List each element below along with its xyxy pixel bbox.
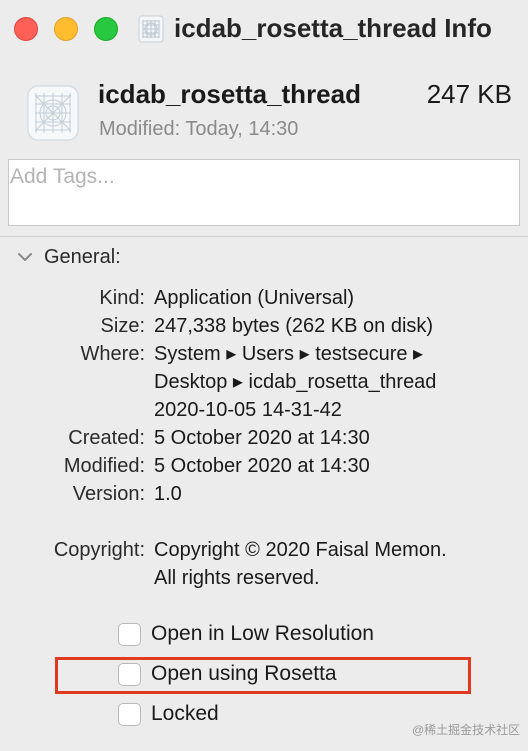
tags-input[interactable] — [10, 165, 510, 189]
application-icon — [27, 85, 79, 141]
locked-option[interactable]: Locked — [118, 702, 219, 726]
modified-value: 5 October 2020 at 14:30 — [154, 455, 370, 477]
created-value: 5 October 2020 at 14:30 — [154, 427, 370, 449]
divider — [0, 236, 528, 237]
where-value-line1: System ▸ Users ▸ testsecure ▸ — [154, 343, 424, 365]
copyright-value-line1: Copyright © 2020 Faisal Memon. — [154, 539, 447, 561]
window-title: icdab_rosetta_thread Info — [174, 13, 492, 43]
general-section-toggle[interactable]: General: — [14, 244, 121, 270]
close-button[interactable] — [14, 17, 38, 41]
low-resolution-checkbox[interactable] — [118, 622, 141, 646]
size-label: Size: — [100, 315, 145, 337]
modified-summary: Modified: Today, 14:30 — [99, 118, 299, 140]
locked-checkbox[interactable] — [118, 702, 141, 726]
rosetta-highlight-annotation — [55, 657, 471, 694]
minimize-button[interactable] — [54, 17, 78, 41]
copyright-value-line2: All rights reserved. — [154, 567, 320, 589]
document-icon — [138, 15, 164, 43]
kind-label: Kind: — [99, 287, 145, 309]
zoom-button[interactable] — [94, 17, 118, 41]
general-section-label: General: — [44, 245, 121, 268]
version-value: 1.0 — [154, 483, 182, 505]
watermark: @稀土掘金技术社区 — [412, 723, 521, 737]
info-header: icdab_rosetta_thread 247 KB Modified: To… — [0, 58, 528, 150]
low-resolution-option[interactable]: Open in Low Resolution — [118, 622, 374, 646]
app-size: 247 KB — [426, 79, 512, 109]
where-value-line3: 2020-10-05 14-31-42 — [154, 399, 342, 421]
tags-field[interactable] — [8, 159, 520, 226]
app-name: icdab_rosetta_thread — [98, 79, 361, 109]
size-value: 247,338 bytes (262 KB on disk) — [154, 315, 434, 337]
locked-label[interactable]: Locked — [151, 702, 219, 726]
version-label: Version: — [72, 483, 145, 505]
chevron-down-icon[interactable] — [14, 246, 36, 268]
created-label: Created: — [68, 427, 145, 449]
where-value-line2: Desktop ▸ icdab_rosetta_thread — [154, 371, 437, 393]
kind-value: Application (Universal) — [154, 287, 355, 309]
low-resolution-label[interactable]: Open in Low Resolution — [151, 622, 374, 646]
modified-label: Modified: — [63, 455, 145, 477]
title-bar: icdab_rosetta_thread Info — [0, 0, 528, 58]
where-label: Where: — [80, 343, 145, 365]
copyright-label: Copyright: — [53, 539, 145, 561]
